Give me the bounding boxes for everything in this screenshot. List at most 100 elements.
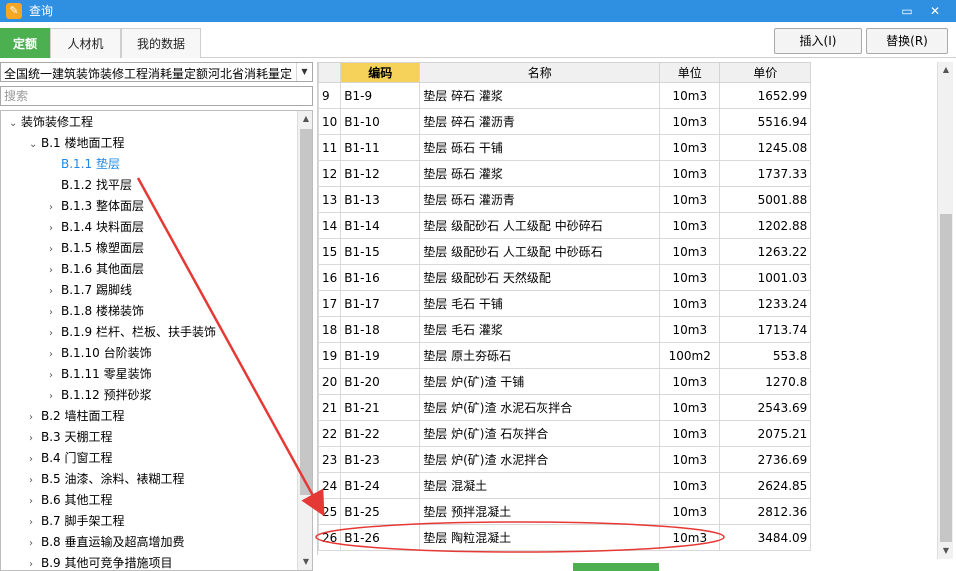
chevron-right-icon[interactable]: › bbox=[49, 218, 61, 239]
scroll-up-icon[interactable]: ▲ bbox=[938, 62, 954, 78]
tree-item[interactable]: B.1.1 垫层 bbox=[49, 154, 120, 175]
table-scroll-thumb[interactable] bbox=[940, 214, 952, 542]
tab-my-data[interactable]: 我的数据 bbox=[121, 28, 201, 58]
search-field[interactable] bbox=[0, 86, 313, 106]
table-row[interactable]: 10 B1-10 垫层 碎石 灌沥青 10m3 5516.94 bbox=[318, 108, 812, 135]
chevron-down-icon[interactable]: ⌄ bbox=[9, 113, 21, 134]
table-row[interactable]: 15 B1-15 垫层 级配砂石 人工级配 中砂砾石 10m3 1263.22 bbox=[318, 238, 812, 265]
tree-item[interactable]: › B.3 天棚工程 bbox=[29, 427, 113, 448]
table-row[interactable]: 11 B1-11 垫层 砾石 干铺 10m3 1245.08 bbox=[318, 134, 812, 161]
chevron-down-icon[interactable]: ⌄ bbox=[29, 134, 41, 155]
chevron-right-icon[interactable]: › bbox=[29, 428, 41, 449]
tree-item-label: B.1.8 楼梯装饰 bbox=[61, 304, 144, 318]
chevron-right-icon[interactable]: › bbox=[49, 386, 61, 407]
price-cell: 1270.8 bbox=[719, 368, 812, 395]
scroll-down-icon[interactable]: ▼ bbox=[938, 543, 954, 559]
table-row[interactable]: 9 B1-9 垫层 碎石 灌浆 10m3 1652.99 bbox=[318, 82, 812, 109]
chevron-right-icon[interactable]: › bbox=[49, 197, 61, 218]
tree-item[interactable]: › B.1.11 零星装饰 bbox=[49, 364, 152, 385]
chevron-right-icon[interactable]: › bbox=[49, 239, 61, 260]
row-index-cell: 9 bbox=[318, 82, 342, 109]
table-row[interactable]: 19 B1-19 垫层 原土夯砾石 100m2 553.8 bbox=[318, 342, 812, 369]
column-header-price[interactable]: 单价 bbox=[719, 62, 812, 83]
tree-scroll-thumb[interactable] bbox=[300, 129, 312, 495]
table-row[interactable]: 26 B1-26 垫层 陶粒混凝土 10m3 3484.09 bbox=[318, 524, 812, 551]
name-cell: 垫层 砾石 灌沥青 bbox=[419, 186, 661, 213]
tree-item[interactable]: › B.7 脚手架工程 bbox=[29, 511, 125, 532]
chevron-right-icon[interactable]: › bbox=[29, 470, 41, 491]
scroll-up-icon[interactable]: ▲ bbox=[298, 111, 312, 127]
table-row[interactable]: 12 B1-12 垫层 砾石 灌浆 10m3 1737.33 bbox=[318, 160, 812, 187]
column-header-code[interactable]: 编码 bbox=[340, 62, 421, 83]
tree-item[interactable]: › B.1.9 栏杆、栏板、扶手装饰 bbox=[49, 322, 216, 343]
window-title: 查询 bbox=[29, 4, 54, 18]
tree-item[interactable]: ⌄ 装饰装修工程 bbox=[9, 112, 93, 133]
insert-button[interactable]: 插入(I) bbox=[774, 28, 862, 54]
tree-item[interactable]: › B.8 垂直运输及超高增加费 bbox=[29, 532, 185, 553]
tree-item[interactable]: › B.1.4 块料面层 bbox=[49, 217, 144, 238]
table-row[interactable]: 13 B1-13 垫层 砾石 灌沥青 10m3 5001.88 bbox=[318, 186, 812, 213]
tab-labor-material-machine[interactable]: 人材机 bbox=[50, 28, 121, 58]
table-row[interactable]: 24 B1-24 垫层 混凝土 10m3 2624.85 bbox=[318, 472, 812, 499]
chevron-right-icon[interactable]: › bbox=[29, 491, 41, 512]
tree-item[interactable]: › B.1.12 预拌砂浆 bbox=[49, 385, 152, 406]
chevron-right-icon[interactable]: › bbox=[49, 323, 61, 344]
tree-item[interactable]: B.1.2 找平层 bbox=[49, 175, 132, 196]
price-cell: 1652.99 bbox=[719, 82, 812, 109]
scroll-down-icon[interactable]: ▼ bbox=[298, 554, 312, 570]
quota-library-select[interactable]: 全国统一建筑装饰装修工程消耗量定额河北省消耗量定 ▼ bbox=[0, 62, 313, 82]
tree-item[interactable]: › B.6 其他工程 bbox=[29, 490, 113, 511]
name-cell: 垫层 陶粒混凝土 bbox=[419, 524, 661, 551]
replace-button[interactable]: 替换(R) bbox=[866, 28, 948, 54]
app-logo-icon: ✎ bbox=[6, 3, 22, 19]
chevron-right-icon[interactable]: › bbox=[49, 365, 61, 386]
code-cell: B1-26 bbox=[340, 524, 421, 551]
chevron-right-icon[interactable]: › bbox=[49, 281, 61, 302]
tree-item[interactable]: › B.5 油漆、涂料、裱糊工程 bbox=[29, 469, 185, 490]
column-header-unit[interactable]: 单位 bbox=[659, 62, 721, 83]
row-index-cell: 11 bbox=[318, 134, 342, 161]
chevron-right-icon[interactable]: › bbox=[49, 344, 61, 365]
chevron-right-icon[interactable]: › bbox=[49, 302, 61, 323]
tree-item[interactable]: › B.1.5 橡塑面层 bbox=[49, 238, 144, 259]
splitter-handle[interactable] bbox=[573, 563, 659, 571]
tree-item-label: 装饰装修工程 bbox=[21, 115, 94, 129]
tree-item[interactable]: › B.1.6 其他面层 bbox=[49, 259, 144, 280]
table-row[interactable]: 16 B1-16 垫层 级配砂石 天然级配 10m3 1001.03 bbox=[318, 264, 812, 291]
chevron-right-icon[interactable]: › bbox=[29, 533, 41, 554]
chevron-right-icon[interactable]: › bbox=[29, 512, 41, 533]
unit-cell: 10m3 bbox=[659, 316, 721, 343]
maximize-icon[interactable]: ▭ bbox=[896, 2, 918, 20]
chevron-right-icon[interactable]: › bbox=[29, 554, 41, 570]
tab-quota[interactable]: 定额 bbox=[0, 28, 50, 58]
tree-item[interactable]: ⌄ B.1 楼地面工程 bbox=[29, 133, 125, 154]
name-cell: 垫层 碎石 灌浆 bbox=[419, 82, 661, 109]
tree-item[interactable]: › B.1.7 踢脚线 bbox=[49, 280, 132, 301]
chevron-right-icon[interactable]: › bbox=[29, 407, 41, 428]
tree-scrollbar[interactable]: ▲ ▼ bbox=[297, 111, 312, 570]
name-cell: 垫层 碎石 灌沥青 bbox=[419, 108, 661, 135]
tree-item[interactable]: › B.2 墙柱面工程 bbox=[29, 406, 125, 427]
table-row[interactable]: 14 B1-14 垫层 级配砂石 人工级配 中砂碎石 10m3 1202.88 bbox=[318, 212, 812, 239]
tree-item[interactable]: › B.4 门窗工程 bbox=[29, 448, 113, 469]
column-header-name[interactable]: 名称 bbox=[419, 62, 661, 83]
table-row[interactable]: 18 B1-18 垫层 毛石 灌浆 10m3 1713.74 bbox=[318, 316, 812, 343]
table-row[interactable]: 20 B1-20 垫层 炉(矿)渣 干铺 10m3 1270.8 bbox=[318, 368, 812, 395]
search-input[interactable] bbox=[1, 87, 312, 105]
table-row[interactable]: 21 B1-21 垫层 炉(矿)渣 水泥石灰拌合 10m3 2543.69 bbox=[318, 394, 812, 421]
table-row[interactable]: 23 B1-23 垫层 炉(矿)渣 水泥拌合 10m3 2736.69 bbox=[318, 446, 812, 473]
close-icon[interactable]: ✕ bbox=[924, 2, 946, 20]
table-row[interactable]: 22 B1-22 垫层 炉(矿)渣 石灰拌合 10m3 2075.21 bbox=[318, 420, 812, 447]
chevron-down-icon[interactable]: ▼ bbox=[296, 63, 312, 81]
table-row[interactable]: 25 B1-25 垫层 预拌混凝土 10m3 2812.36 bbox=[318, 498, 812, 525]
tree-item[interactable]: › B.1.10 台阶装饰 bbox=[49, 343, 152, 364]
tree-item[interactable]: › B.9 其他可竞争措施项目 bbox=[29, 553, 173, 570]
tree-item[interactable]: › B.1.8 楼梯装饰 bbox=[49, 301, 144, 322]
name-cell: 垫层 混凝土 bbox=[419, 472, 661, 499]
table-scrollbar[interactable]: ▲ ▼ bbox=[937, 62, 953, 559]
table-row[interactable]: 17 B1-17 垫层 毛石 干铺 10m3 1233.24 bbox=[318, 290, 812, 317]
chevron-right-icon[interactable]: › bbox=[49, 260, 61, 281]
unit-cell: 10m3 bbox=[659, 134, 721, 161]
chevron-right-icon[interactable]: › bbox=[29, 449, 41, 470]
tree-item[interactable]: › B.1.3 整体面层 bbox=[49, 196, 144, 217]
